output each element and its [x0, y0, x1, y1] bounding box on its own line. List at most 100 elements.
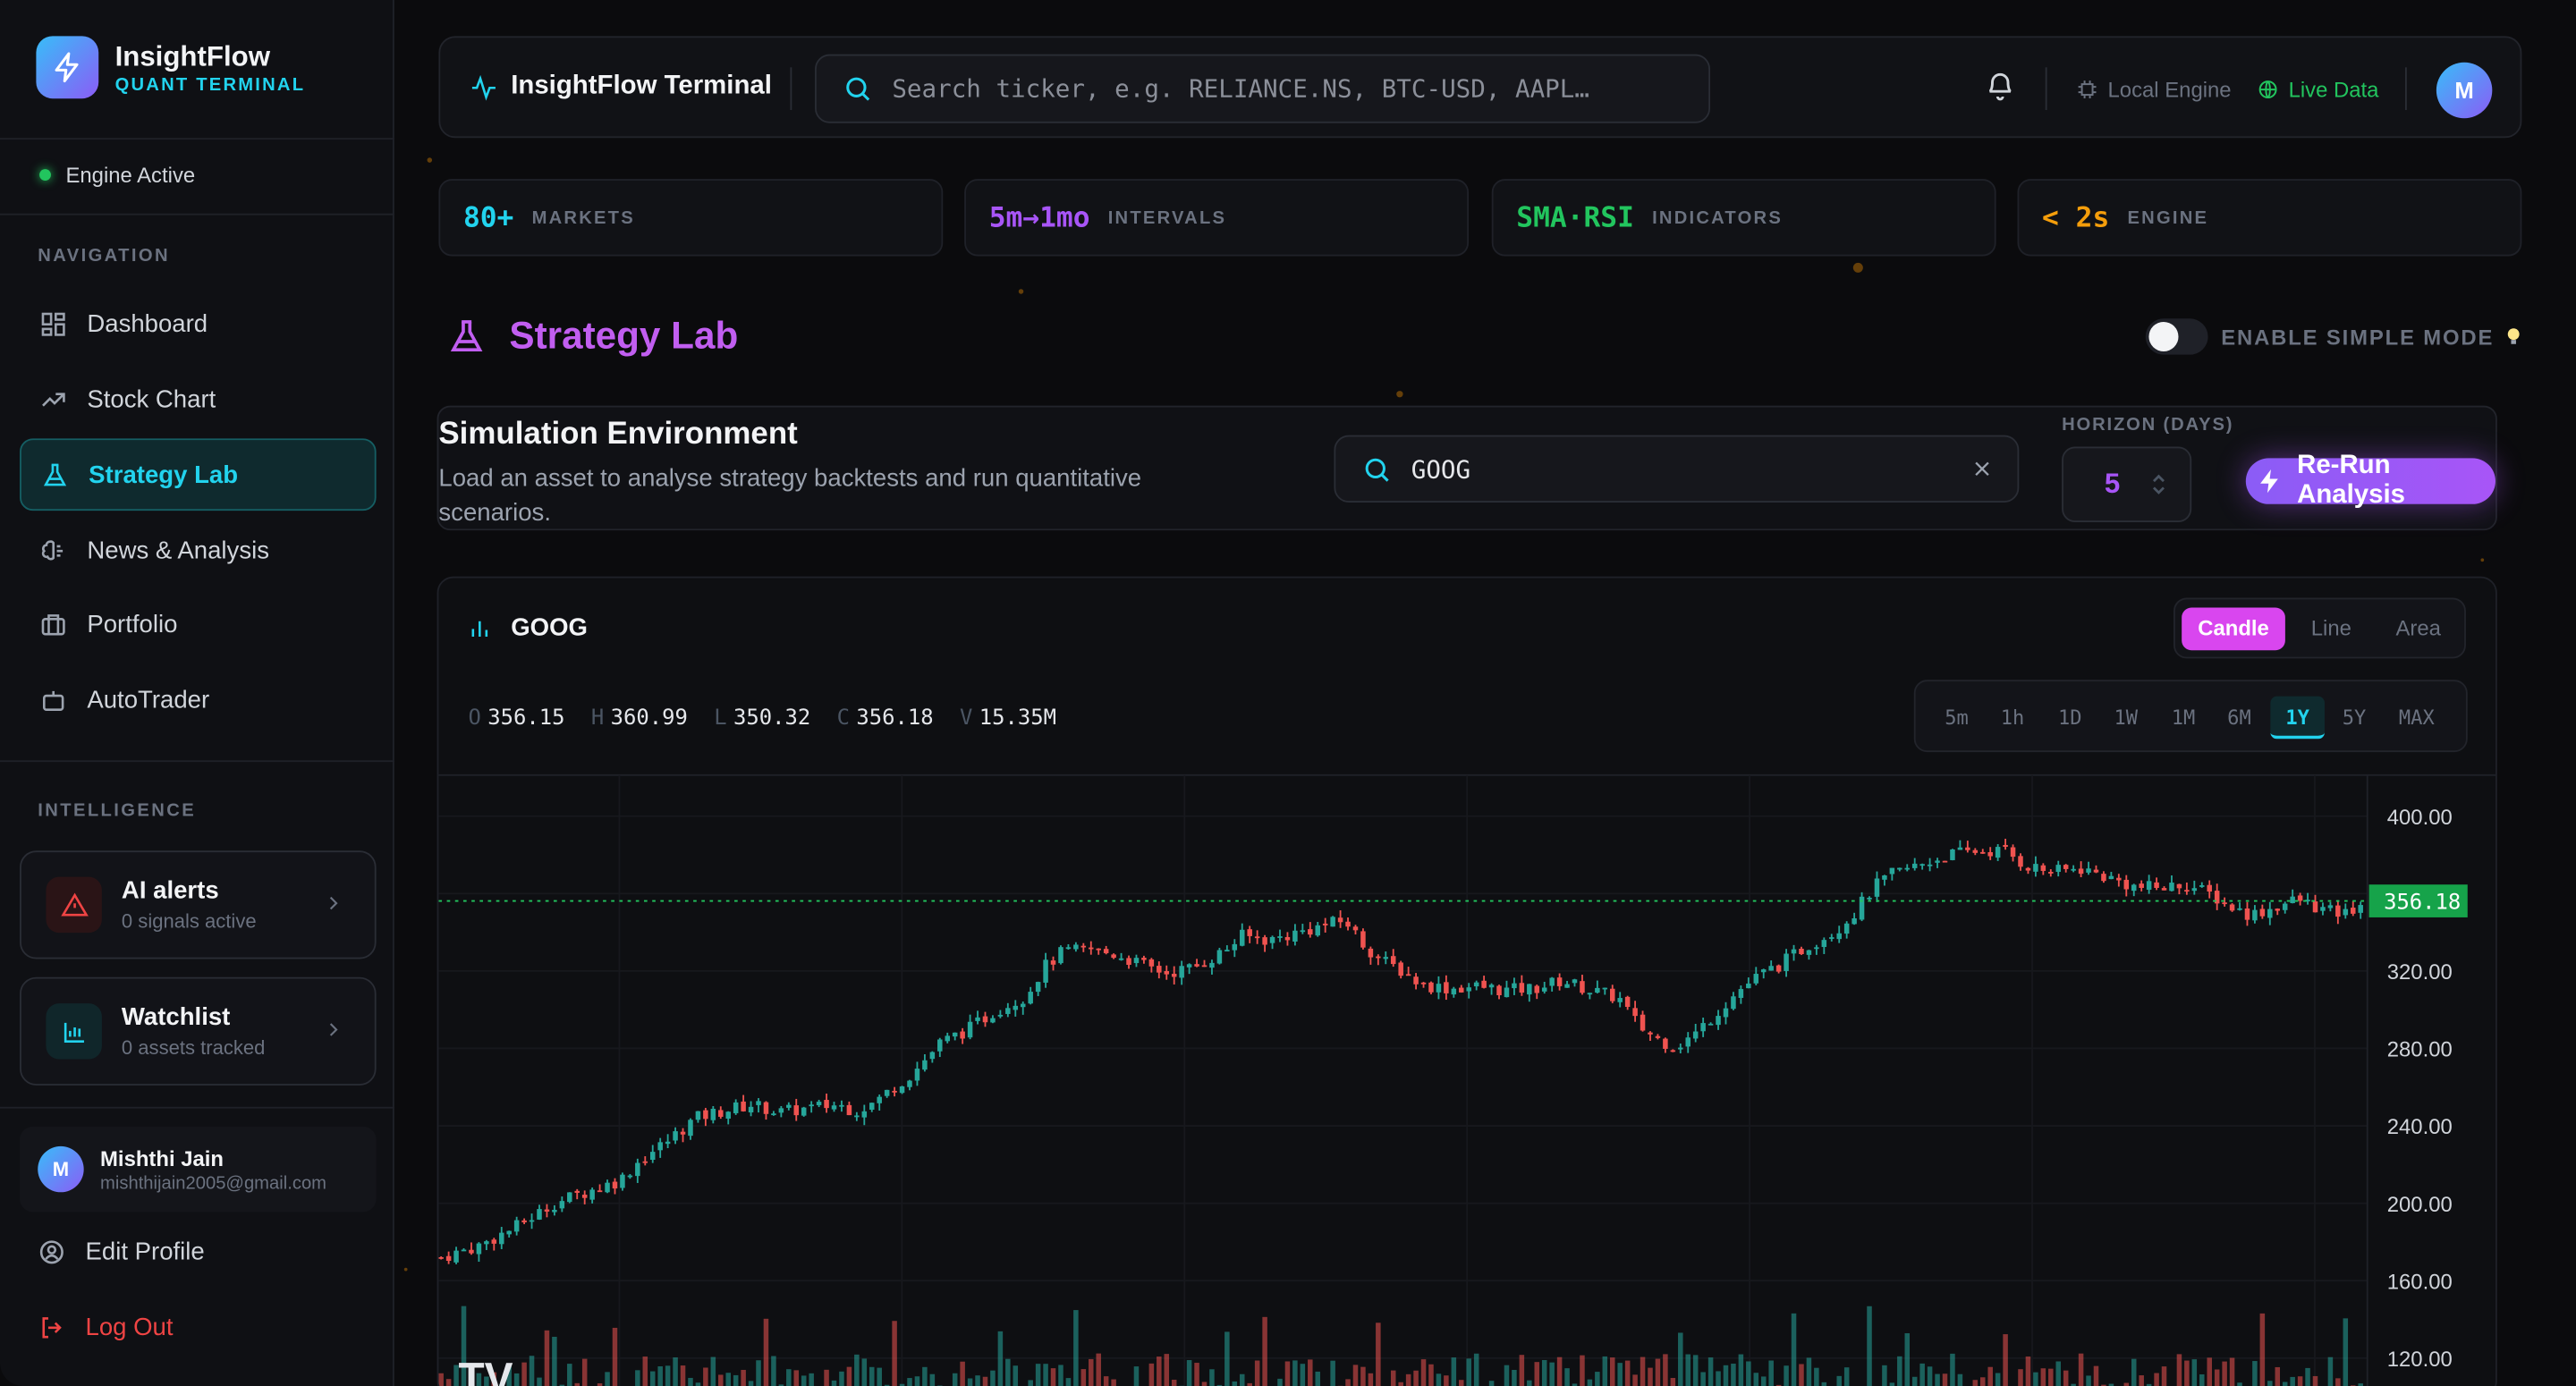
volume-bar: [2222, 1361, 2227, 1386]
candle-body: [1050, 960, 1056, 965]
search-input[interactable]: [892, 73, 1681, 104]
sidebar-item-news-analysis[interactable]: News & Analysis: [20, 514, 377, 587]
volume-bar: [1043, 1364, 1048, 1386]
candle-body: [605, 1182, 610, 1193]
close-icon[interactable]: [1970, 457, 1995, 482]
price-chart-panel: GOOG Candle Line Area O 356.15 H 360.99 L3…: [436, 576, 2497, 1386]
candle-body: [725, 1111, 731, 1119]
horizon-input[interactable]: 5: [2062, 446, 2192, 523]
ai-alerts-card[interactable]: AI alerts 0 signals active: [20, 850, 377, 959]
briefcase-icon: [41, 613, 65, 635]
volume-bar: [1005, 1358, 1011, 1386]
candle-body: [649, 1152, 656, 1161]
logout-link[interactable]: Log Out: [38, 1314, 174, 1341]
avatar[interactable]: M: [2436, 62, 2493, 119]
volume-bar: [1148, 1363, 1155, 1386]
brand-subtitle: QUANT TERMINAL: [114, 74, 306, 95]
candle-body: [1549, 977, 1555, 986]
candle-body: [703, 1110, 708, 1120]
candle-body: [1716, 1016, 1721, 1026]
candle-body: [665, 1141, 671, 1145]
toggle-switch[interactable]: [2145, 318, 2208, 355]
candle-body: [612, 1181, 618, 1189]
sidebar-item-strategy-lab[interactable]: Strategy Lab: [20, 438, 377, 511]
volume-bar: [1504, 1365, 1510, 1386]
ticker-search[interactable]: [815, 54, 1711, 123]
volume-bar: [1300, 1364, 1306, 1386]
lightbulb-icon: [2507, 328, 2520, 344]
user-profile[interactable]: M Mishthi Jain mishthijain2005@gmail.com: [20, 1126, 377, 1213]
top-bar: InsightFlow Terminal Local Engine Live D…: [438, 36, 2522, 139]
volume-bar: [567, 1364, 572, 1386]
asset-search[interactable]: GOOG: [1334, 435, 2020, 503]
sidebar-item-dashboard[interactable]: Dashboard: [20, 287, 377, 359]
candle-body: [567, 1192, 572, 1203]
ai-alerts-sub: 0 signals active: [121, 909, 257, 934]
volume-bar: [982, 1376, 988, 1386]
volume-bar: [2199, 1373, 2205, 1386]
edit-profile-link[interactable]: Edit Profile: [38, 1238, 205, 1266]
volume-bar: [605, 1372, 610, 1386]
stepper-icon[interactable]: [2153, 473, 2166, 496]
candle-body: [1655, 1035, 1661, 1038]
candle-body: [1133, 958, 1140, 964]
sidebar-item-portfolio[interactable]: Portfolio: [20, 587, 377, 660]
volume-bar: [1541, 1359, 1547, 1386]
volume-bar: [854, 1354, 860, 1386]
candle-body: [1632, 1008, 1638, 1017]
asset-search-value[interactable]: GOOG: [1411, 454, 1470, 484]
volume-bar: [1723, 1365, 1729, 1386]
volume-bar: [922, 1366, 928, 1386]
candlestick-chart[interactable]: 356.18 400.00 320.00 280.00 240.00 200.00 160.…: [438, 578, 2496, 1386]
bot-icon: [42, 689, 64, 711]
candle-body: [1368, 948, 1374, 958]
volume-bar: [1655, 1358, 1661, 1386]
candle-body: [2078, 868, 2084, 875]
rerun-analysis-button[interactable]: Re-Run Analysis: [2245, 452, 2496, 509]
candle-body: [1911, 863, 1918, 868]
volume-bar: [869, 1366, 875, 1386]
volume-bar: [2063, 1370, 2069, 1386]
volume-bar: [748, 1381, 754, 1386]
volume-bar: [1957, 1373, 1963, 1386]
candle-body: [1829, 937, 1835, 939]
candle-body: [1692, 1031, 1699, 1039]
volume-bar: [1731, 1363, 1736, 1386]
y-tick-label: 320.00: [2387, 960, 2453, 985]
volume-bar: [2312, 1375, 2318, 1386]
candle-body: [589, 1189, 595, 1200]
candle-body: [1488, 985, 1495, 988]
brand[interactable]: InsightFlow QUANT TERMINAL: [36, 36, 306, 99]
volume-bar: [1164, 1354, 1170, 1386]
candle-body: [1738, 989, 1744, 998]
volume-bar: [513, 1373, 520, 1386]
candle-body: [801, 1107, 807, 1116]
candle-body: [816, 1102, 822, 1105]
user-name: Mishthi Jain: [100, 1145, 225, 1170]
volume-bar: [1512, 1369, 1517, 1386]
volume-bar: [892, 1321, 897, 1386]
simple-mode-toggle[interactable]: ENABLE SIMPLE MODE: [2145, 318, 2524, 355]
sidebar-item-autotrader[interactable]: AutoTrader: [20, 663, 377, 736]
candle-body: [2327, 905, 2334, 909]
volume-bar: [1451, 1357, 1457, 1386]
candle-body: [498, 1232, 504, 1245]
ai-alerts-title: AI alerts: [121, 876, 219, 905]
volume-bar: [2131, 1358, 2137, 1386]
volume-bar: [1315, 1371, 1320, 1386]
bell-icon[interactable]: [1985, 71, 2016, 102]
candle-body: [1065, 947, 1072, 950]
candle-body: [2169, 883, 2174, 892]
volume-bar: [1738, 1354, 1744, 1386]
app-root: InsightFlow QUANT TERMINAL Engine Active…: [0, 0, 2576, 1386]
volume-bar: [1889, 1382, 1895, 1386]
volume-bar: [1488, 1381, 1495, 1386]
candle-body: [1995, 847, 2001, 858]
watchlist-card[interactable]: Watchlist 0 assets tracked: [20, 976, 377, 1086]
sidebar-item-stock-chart[interactable]: Stock Chart: [20, 363, 377, 435]
candle-body: [899, 1086, 905, 1094]
volume-bar: [710, 1356, 716, 1386]
volume-bar: [1186, 1360, 1192, 1386]
candle-body: [506, 1230, 512, 1235]
candle-body: [657, 1142, 663, 1151]
